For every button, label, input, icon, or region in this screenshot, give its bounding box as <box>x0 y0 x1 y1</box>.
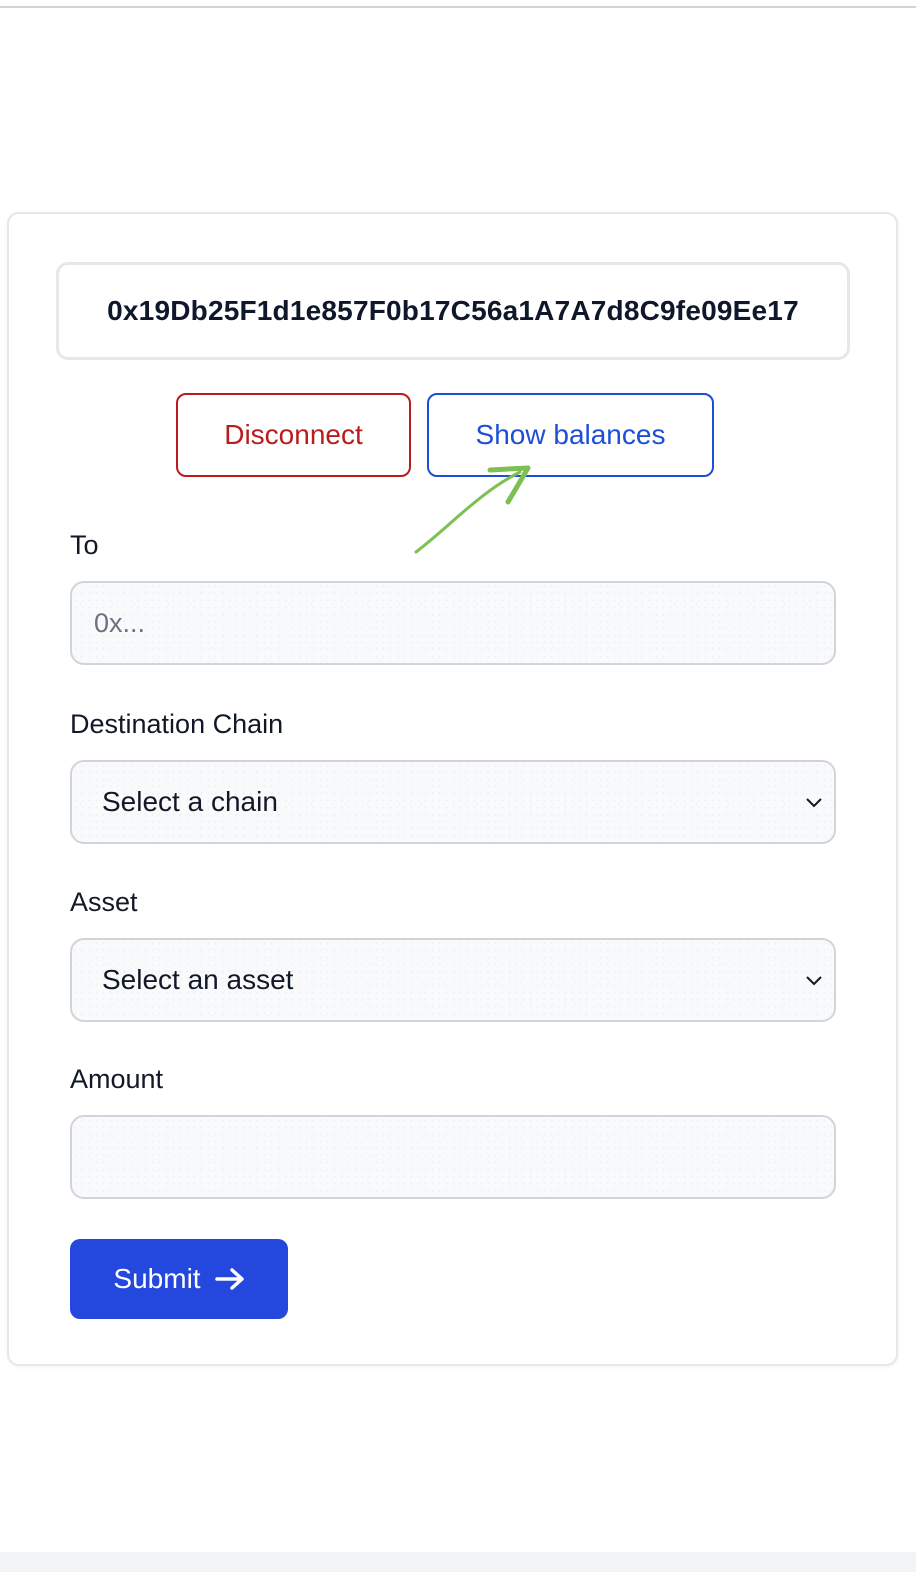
arrow-right-icon <box>214 1268 244 1290</box>
to-label: To <box>70 530 99 560</box>
chevron-down-icon <box>806 798 822 808</box>
to-field[interactable] <box>70 581 836 665</box>
asset-selected: Select an asset <box>102 964 294 995</box>
amount-label: Amount <box>70 1064 164 1094</box>
wallet-address: 0x19Db25F1d1e857F0b17C56a1A7A7d8C9fe09Ee… <box>107 295 799 326</box>
submit-button[interactable]: Submit <box>70 1239 288 1319</box>
bottom-edge <box>0 1552 916 1572</box>
top-divider <box>0 6 916 8</box>
submit-button-label: Submit <box>113 1263 201 1294</box>
disconnect-button[interactable]: Disconnect <box>176 393 411 477</box>
destination-chain-select[interactable]: Select a chain <box>70 760 836 844</box>
destination-chain-label: Destination Chain <box>70 709 284 739</box>
disconnect-button-label: Disconnect <box>224 419 363 450</box>
wallet-address-display: 0x19Db25F1d1e857F0b17C56a1A7A7d8C9fe09Ee… <box>56 262 850 360</box>
destination-chain-selected: Select a chain <box>102 786 278 817</box>
asset-select[interactable]: Select an asset <box>70 938 836 1022</box>
amount-input[interactable] <box>72 1117 834 1197</box>
asset-label: Asset <box>70 887 138 917</box>
chevron-down-icon <box>806 976 822 986</box>
show-balances-button-label: Show balances <box>475 419 666 450</box>
curved-arrow-icon <box>414 465 531 554</box>
amount-field[interactable] <box>70 1115 836 1199</box>
to-input[interactable] <box>72 583 834 663</box>
